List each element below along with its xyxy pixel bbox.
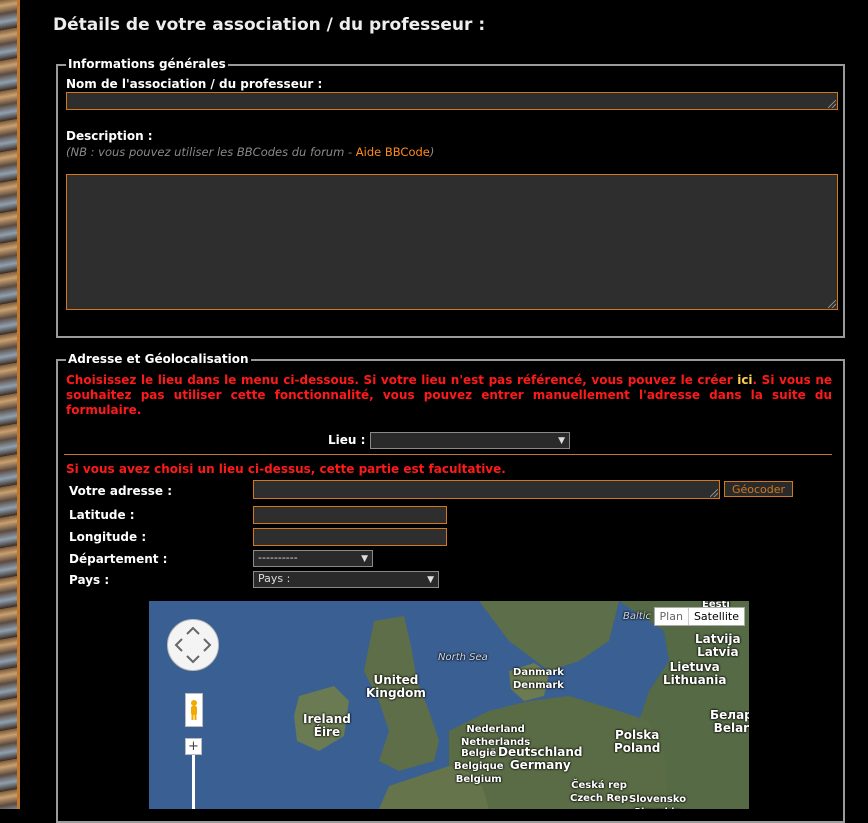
country-select[interactable]: Pays : ▼ <box>253 571 439 588</box>
side-border <box>17 0 20 809</box>
longitude-input[interactable] <box>253 528 447 546</box>
name-label: Nom de l'association / du professeur : <box>66 77 323 91</box>
map-label-poland: Polska Poland <box>614 728 661 755</box>
country-label: Pays : <box>69 573 110 587</box>
street-view-pegman-icon[interactable] <box>185 693 203 727</box>
map-label-slovakia: Slovensko Slovakia <box>629 794 687 809</box>
resize-handle-icon[interactable] <box>828 300 836 308</box>
map-label-germany: Deutschland Germany <box>498 745 583 772</box>
longitude-label: Longitude : <box>69 530 147 544</box>
bbcode-help-link[interactable]: Aide BBCode <box>356 145 430 159</box>
map-label-ireland: Ireland Éire <box>303 712 351 739</box>
bbcode-note-suffix: ) <box>429 145 435 159</box>
page-title: Détails de votre association / du profes… <box>53 15 486 35</box>
create-place-link[interactable]: ici <box>737 373 752 387</box>
lieu-select[interactable]: ▼ <box>370 432 570 449</box>
description-label: Description : <box>66 129 153 143</box>
general-info-legend: Informations générales <box>66 57 228 71</box>
latitude-label: Latitude : <box>69 508 135 522</box>
description-textarea[interactable] <box>66 174 838 310</box>
zoom-in-button[interactable]: + <box>185 738 202 755</box>
department-select[interactable]: ---------- ▼ <box>253 550 373 567</box>
chevron-down-icon: ▼ <box>558 436 565 446</box>
map-terrain <box>149 601 749 809</box>
map-label-belgium: België Belgique Belgium <box>454 748 504 785</box>
map-type-plan-button[interactable]: Plan <box>655 608 688 625</box>
name-input[interactable] <box>66 92 838 110</box>
resize-handle-icon[interactable] <box>828 100 836 108</box>
section-divider <box>64 454 832 455</box>
address-legend: Adresse et Géolocalisation <box>66 352 251 366</box>
zoom-slider-track[interactable] <box>192 755 195 809</box>
pan-control[interactable] <box>167 619 219 671</box>
instructions-text-1: Choisissez le lieu dans le menu ci-desso… <box>66 373 738 387</box>
bbcode-note: (NB : vous pouvez utiliser les BBCodes d… <box>66 145 434 159</box>
map-label-latvia: Latvija Latvia <box>695 632 741 659</box>
resize-handle-icon[interactable] <box>710 489 718 497</box>
geocode-button[interactable]: Géocoder <box>724 481 793 497</box>
pan-arrows-icon <box>174 626 212 664</box>
map-type-satellite-button[interactable]: Satellite <box>687 608 744 625</box>
optional-note: Si vous avez choisi un lieu ci-dessus, c… <box>66 462 506 476</box>
map-widget[interactable]: Baltic Eesti North Sea United Kingdom Ir… <box>149 601 749 809</box>
map-label-north-sea: North Sea <box>438 652 488 663</box>
latitude-input[interactable] <box>253 506 447 524</box>
map-label-lithuania: Lietuva Lithuania <box>663 660 727 687</box>
map-label-czech: Česká rep Czech Rep <box>570 780 629 804</box>
address-input[interactable] <box>253 480 720 499</box>
lieu-label: Lieu : <box>328 433 366 447</box>
bbcode-note-prefix: (NB : vous pouvez utiliser les BBCodes d… <box>66 145 356 159</box>
map-label-belarus: Белар Belar <box>710 708 749 735</box>
country-select-value: Pays : <box>258 572 291 585</box>
map-label-united-kingdom: United Kingdom <box>366 673 426 700</box>
map-type-control: Plan Satellite <box>653 607 745 626</box>
department-label: Département : <box>69 552 168 566</box>
address-instructions: Choisissez le lieu dans le menu ci-desso… <box>66 373 832 418</box>
map-label-baltic: Baltic <box>623 611 651 622</box>
map-label-denmark: Danmark Denmark <box>513 667 564 691</box>
address-label: Votre adresse : <box>69 484 172 498</box>
chevron-down-icon: ▼ <box>361 554 368 564</box>
department-select-value: ---------- <box>258 551 298 564</box>
decorative-side-image <box>0 0 17 809</box>
chevron-down-icon: ▼ <box>427 575 434 585</box>
